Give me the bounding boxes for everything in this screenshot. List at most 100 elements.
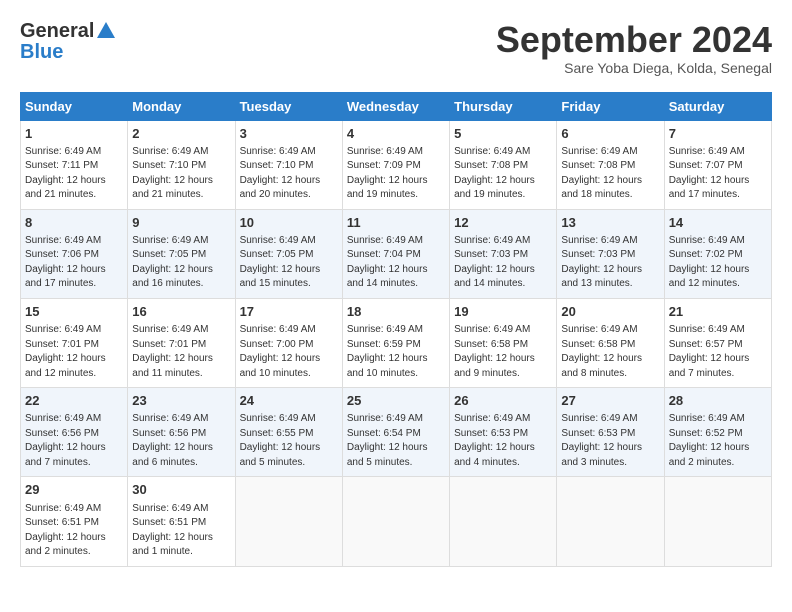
calendar-cell [557,477,664,566]
day-info: Sunrise: 6:49 AM Sunset: 7:02 PM Dayligh… [669,234,767,292]
day-info: Sunrise: 6:49 AM Sunset: 6:52 PM Dayligh… [669,412,767,470]
calendar-cell: 29 Sunrise: 6:49 AM Sunset: 6:51 PM Dayli… [21,477,128,566]
day-number: 10 [240,214,338,232]
day-number: 13 [561,214,659,232]
day-number: 6 [561,125,659,143]
location-subtitle: Sare Yoba Diega, Kolda, Senegal [496,60,772,76]
calendar-row-4: 22 Sunrise: 6:49 AM Sunset: 6:56 PM Dayli… [21,388,772,477]
day-info: Sunrise: 6:49 AM Sunset: 6:53 PM Dayligh… [454,412,552,470]
month-title: September 2024 [496,20,772,60]
calendar-cell: 19 Sunrise: 6:49 AM Sunset: 6:58 PM Dayli… [450,298,557,387]
day-info: Sunrise: 6:49 AM Sunset: 7:09 PM Dayligh… [347,145,445,203]
day-info: Sunrise: 6:49 AM Sunset: 7:10 PM Dayligh… [132,145,230,203]
day-info: Sunrise: 6:49 AM Sunset: 7:08 PM Dayligh… [454,145,552,203]
calendar-cell: 7 Sunrise: 6:49 AM Sunset: 7:07 PM Daylig… [664,120,771,209]
calendar-cell [664,477,771,566]
calendar-cell: 3 Sunrise: 6:49 AM Sunset: 7:10 PM Daylig… [235,120,342,209]
day-number: 24 [240,392,338,410]
day-info: Sunrise: 6:49 AM Sunset: 6:54 PM Dayligh… [347,412,445,470]
day-info: Sunrise: 6:49 AM Sunset: 7:11 PM Dayligh… [25,145,123,203]
day-number: 3 [240,125,338,143]
calendar-cell: 18 Sunrise: 6:49 AM Sunset: 6:59 PM Dayli… [342,298,449,387]
day-info: Sunrise: 6:49 AM Sunset: 7:03 PM Dayligh… [454,234,552,292]
calendar-cell: 12 Sunrise: 6:49 AM Sunset: 7:03 PM Dayli… [450,209,557,298]
calendar-cell: 22Sunrise: 6:49 AM Sunset: 6:56 PM Dayli… [21,388,128,477]
calendar-cell: 25 Sunrise: 6:49 AM Sunset: 6:54 PM Dayli… [342,388,449,477]
calendar-row-3: 15 Sunrise: 6:49 AM Sunset: 7:01 PM Dayli… [21,298,772,387]
day-info: Sunrise: 6:49 AM Sunset: 7:05 PM Dayligh… [132,234,230,292]
calendar-cell [342,477,449,566]
weekday-header-friday: Friday [557,92,664,120]
day-info: Sunrise: 6:49 AM Sunset: 6:51 PM Dayligh… [25,502,123,560]
calendar-cell: 5 Sunrise: 6:49 AM Sunset: 7:08 PM Daylig… [450,120,557,209]
day-number: 20 [561,303,659,321]
day-number: 15 [25,303,123,321]
day-number: 9 [132,214,230,232]
day-number: 25 [347,392,445,410]
calendar-cell: 9 Sunrise: 6:49 AM Sunset: 7:05 PM Daylig… [128,209,235,298]
day-number: 1 [25,125,123,143]
calendar-cell: 10Sunrise: 6:49 AM Sunset: 7:05 PM Dayli… [235,209,342,298]
weekday-header-saturday: Saturday [664,92,771,120]
day-number: 5 [454,125,552,143]
calendar-row-5: 29 Sunrise: 6:49 AM Sunset: 6:51 PM Dayli… [21,477,772,566]
page-header: General Blue September 2024 Sare Yoba Di… [20,20,772,76]
weekday-header-tuesday: Tuesday [235,92,342,120]
day-number: 8 [25,214,123,232]
weekday-header-sunday: Sunday [21,92,128,120]
day-info: Sunrise: 6:49 AM Sunset: 6:55 PM Dayligh… [240,412,338,470]
calendar-cell: 27 Sunrise: 6:49 AM Sunset: 6:53 PM Dayli… [557,388,664,477]
calendar-cell: 15 Sunrise: 6:49 AM Sunset: 7:01 PM Dayli… [21,298,128,387]
day-info: Sunrise: 6:49 AM Sunset: 7:08 PM Dayligh… [561,145,659,203]
day-number: 19 [454,303,552,321]
calendar-row-1: 1 Sunrise: 6:49 AM Sunset: 7:11 PM Daylig… [21,120,772,209]
day-number: 22 [25,392,123,410]
calendar-cell: 1 Sunrise: 6:49 AM Sunset: 7:11 PM Daylig… [21,120,128,209]
day-number: 23 [132,392,230,410]
day-info: Sunrise: 6:49 AM Sunset: 6:58 PM Dayligh… [454,323,552,381]
calendar-cell: 11Sunrise: 6:49 AM Sunset: 7:04 PM Dayli… [342,209,449,298]
logo-triangle-icon [97,22,115,38]
day-number: 18 [347,303,445,321]
day-info: Sunrise: 6:49 AM Sunset: 7:01 PM Dayligh… [25,323,123,381]
day-info: Sunrise: 6:49 AM Sunset: 6:57 PM Dayligh… [669,323,767,381]
day-info: Sunrise: 6:49 AM Sunset: 6:58 PM Dayligh… [561,323,659,381]
calendar-table: SundayMondayTuesdayWednesdayThursdayFrid… [20,92,772,567]
calendar-cell: 17 Sunrise: 6:49 AM Sunset: 7:00 PM Dayli… [235,298,342,387]
day-info: Sunrise: 6:49 AM Sunset: 7:07 PM Dayligh… [669,145,767,203]
logo-blue-text: Blue [20,41,63,64]
calendar-cell [235,477,342,566]
day-number: 17 [240,303,338,321]
calendar-cell: 24 Sunrise: 6:49 AM Sunset: 6:55 PM Dayli… [235,388,342,477]
day-number: 27 [561,392,659,410]
day-info: Sunrise: 6:49 AM Sunset: 6:56 PM Dayligh… [132,412,230,470]
day-number: 21 [669,303,767,321]
calendar-cell: 21 Sunrise: 6:49 AM Sunset: 6:57 PM Dayli… [664,298,771,387]
weekday-header-row: SundayMondayTuesdayWednesdayThursdayFrid… [21,92,772,120]
day-number: 28 [669,392,767,410]
day-info: Sunrise: 6:49 AM Sunset: 7:10 PM Dayligh… [240,145,338,203]
calendar-cell: 14Sunrise: 6:49 AM Sunset: 7:02 PM Dayli… [664,209,771,298]
calendar-cell: 8Sunrise: 6:49 AM Sunset: 7:06 PM Daylig… [21,209,128,298]
day-info: Sunrise: 6:49 AM Sunset: 7:03 PM Dayligh… [561,234,659,292]
calendar-cell: 2Sunrise: 6:49 AM Sunset: 7:10 PM Daylig… [128,120,235,209]
weekday-header-wednesday: Wednesday [342,92,449,120]
day-info: Sunrise: 6:49 AM Sunset: 6:51 PM Dayligh… [132,502,230,560]
calendar-cell: 28 Sunrise: 6:49 AM Sunset: 6:52 PM Dayli… [664,388,771,477]
calendar-cell: 30Sunrise: 6:49 AM Sunset: 6:51 PM Dayli… [128,477,235,566]
calendar-cell: 13 Sunrise: 6:49 AM Sunset: 7:03 PM Dayli… [557,209,664,298]
title-section: September 2024 Sare Yoba Diega, Kolda, S… [496,20,772,76]
day-number: 12 [454,214,552,232]
calendar-cell: 26Sunrise: 6:49 AM Sunset: 6:53 PM Dayli… [450,388,557,477]
day-info: Sunrise: 6:49 AM Sunset: 7:04 PM Dayligh… [347,234,445,292]
calendar-cell: 23 Sunrise: 6:49 AM Sunset: 6:56 PM Dayli… [128,388,235,477]
logo-general-text: General [20,20,94,43]
day-info: Sunrise: 6:49 AM Sunset: 6:59 PM Dayligh… [347,323,445,381]
day-number: 29 [25,481,123,499]
day-info: Sunrise: 6:49 AM Sunset: 6:53 PM Dayligh… [561,412,659,470]
day-number: 4 [347,125,445,143]
day-info: Sunrise: 6:49 AM Sunset: 7:00 PM Dayligh… [240,323,338,381]
calendar-cell: 20 Sunrise: 6:49 AM Sunset: 6:58 PM Dayli… [557,298,664,387]
day-number: 7 [669,125,767,143]
weekday-header-thursday: Thursday [450,92,557,120]
